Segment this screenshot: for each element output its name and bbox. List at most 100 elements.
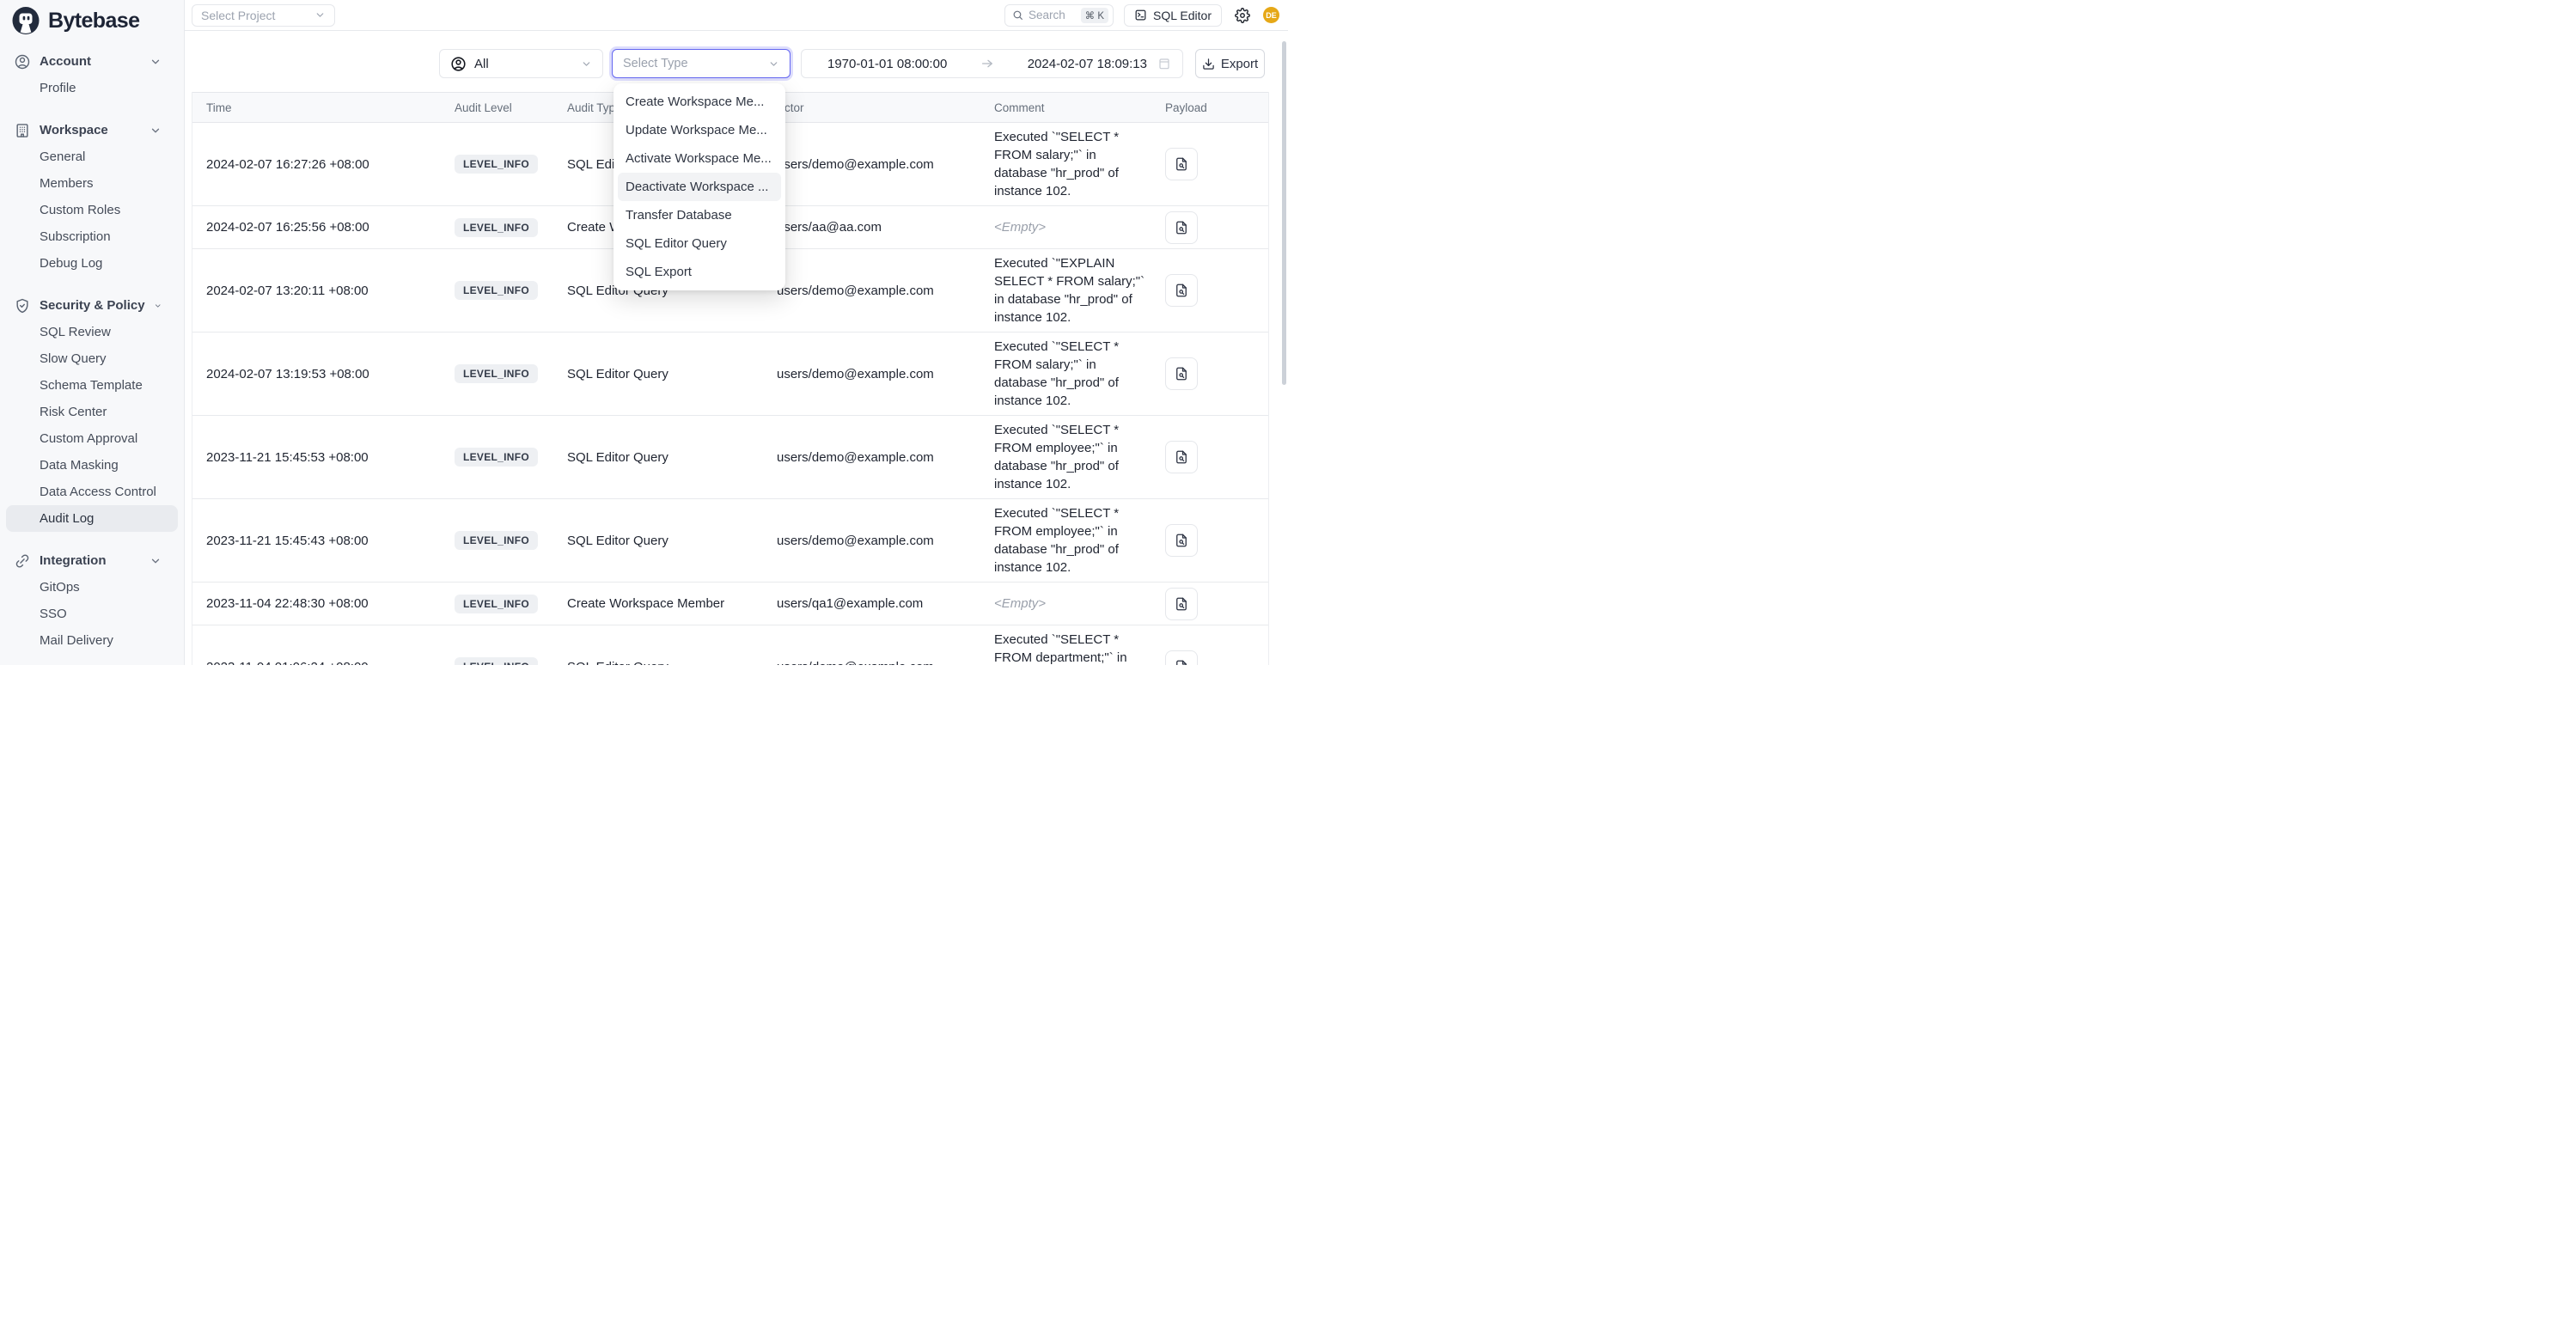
date-range-picker[interactable]: 1970-01-01 08:00:00 2024-02-07 18:09:13 [801, 49, 1183, 78]
payload-button[interactable] [1165, 211, 1198, 244]
sidebar-item-risk-center[interactable]: Risk Center [6, 399, 178, 425]
sidebar-item-subscription[interactable]: Subscription [6, 223, 178, 250]
export-label: Export [1221, 57, 1258, 71]
sql-editor-button[interactable]: SQL Editor [1124, 4, 1222, 27]
payload-button[interactable] [1165, 357, 1198, 390]
sidebar-group-account[interactable]: Account [0, 48, 184, 75]
cell-audit-type: SQL Editor Query [553, 660, 763, 666]
dropdown-item[interactable]: SQL Export [613, 258, 785, 286]
sidebar-group-security-policy[interactable]: Security & Policy [0, 292, 184, 319]
calendar-icon [1157, 57, 1171, 70]
cell-time: 2023-11-21 15:45:43 +08:00 [192, 534, 441, 548]
audit-level-badge: LEVEL_INFO [455, 281, 538, 300]
top-bar: Select Project Search ⌘ K SQL Editor DE [185, 0, 1288, 31]
sidebar-item-schema-template[interactable]: Schema Template [6, 372, 178, 399]
sidebar-item-data-masking[interactable]: Data Masking [6, 452, 178, 479]
sidebar-section-gap [0, 532, 184, 547]
avatar[interactable]: DE [1263, 7, 1279, 23]
cell-actor: users/demo@example.com [763, 450, 980, 465]
search-input[interactable]: Search ⌘ K [1004, 4, 1114, 27]
project-select-placeholder: Select Project [201, 9, 275, 22]
sidebar-section-gap [0, 277, 184, 292]
sidebar-item-debug-log[interactable]: Debug Log [6, 250, 178, 277]
bytebase-logo-icon [10, 5, 41, 36]
dropdown-item[interactable]: Activate Workspace Me... [613, 144, 785, 173]
dropdown-item[interactable]: Create Workspace Me... [613, 88, 785, 116]
date-to-value: 2024-02-07 18:09:13 [1028, 57, 1147, 71]
cell-audit-type: SQL Editor Query [553, 367, 763, 381]
sidebar-item-sql-review[interactable]: SQL Review [6, 319, 178, 345]
gear-icon[interactable] [1235, 8, 1250, 23]
cell-time: 2024-02-07 13:19:53 +08:00 [192, 367, 441, 381]
sidebar-group-integration[interactable]: Integration [0, 547, 184, 574]
dropdown-item[interactable]: Transfer Database [613, 201, 785, 229]
cell-audit-type: SQL Editor Query [553, 450, 763, 465]
sidebar-item-slow-query[interactable]: Slow Query [6, 345, 178, 372]
building-icon [14, 122, 31, 139]
type-dropdown-menu: Create Workspace Me...Update Workspace M… [613, 83, 785, 290]
file-search-icon [1174, 659, 1189, 665]
payload-button[interactable] [1165, 524, 1198, 557]
type-filter-select[interactable]: Select Type [612, 49, 791, 78]
shield-check-icon [14, 297, 31, 314]
payload-button[interactable] [1165, 588, 1198, 620]
cell-time: 2023-11-04 22:48:30 +08:00 [192, 596, 441, 611]
sidebar-item-profile[interactable]: Profile [6, 75, 178, 101]
scrollbar[interactable] [1282, 41, 1286, 385]
cell-actor: users/demo@example.com [763, 367, 980, 381]
file-search-icon [1174, 449, 1189, 465]
audit-level-badge: LEVEL_INFO [455, 448, 538, 467]
cell-time: 2023-11-04 01:06:24 +08:00 [192, 660, 441, 666]
sidebar-item-data-access-control[interactable]: Data Access Control [6, 479, 178, 505]
column-header-comment: Comment [980, 93, 1155, 122]
payload-button[interactable] [1165, 274, 1198, 307]
chevron-down-icon [581, 58, 592, 70]
payload-button[interactable] [1165, 650, 1198, 665]
cell-audit-type: SQL Editor Query [553, 534, 763, 548]
sidebar-nav: Account Profile Workspace GeneralMembers… [0, 41, 184, 665]
cell-audit-type: Create Workspace Member [553, 596, 763, 611]
dropdown-item[interactable]: Update Workspace Me... [613, 116, 785, 144]
dropdown-item[interactable]: Deactivate Workspace ... [618, 173, 781, 201]
sidebar-item-sso[interactable]: SSO [6, 601, 178, 627]
file-search-icon [1174, 533, 1189, 548]
column-header-time: Time [192, 93, 441, 122]
cell-time: 2024-02-07 13:20:11 +08:00 [192, 284, 441, 298]
file-search-icon [1174, 596, 1189, 612]
sidebar-item-gitops[interactable]: GitOps [6, 574, 178, 601]
table-row: 2024-02-07 13:19:53 +08:00 LEVEL_INFO SQ… [192, 332, 1268, 416]
search-icon [1012, 9, 1023, 21]
cell-comment: Executed `"SELECT * FROM salary;"` in da… [980, 128, 1155, 200]
cell-comment: <Empty> [980, 218, 1155, 236]
sidebar-item-mail-delivery[interactable]: Mail Delivery [6, 627, 178, 654]
link-icon [14, 552, 31, 570]
cell-time: 2024-02-07 16:27:26 +08:00 [192, 157, 441, 172]
sidebar-item-general[interactable]: General [6, 143, 178, 170]
cell-comment: Executed `"SELECT * FROM department;"` i… [980, 631, 1155, 665]
sidebar-item-audit-log[interactable]: Audit Log [6, 505, 178, 532]
cell-actor: users/demo@example.com [763, 534, 980, 548]
export-button[interactable]: Export [1195, 49, 1265, 78]
sidebar-group-label: Workspace [40, 123, 141, 137]
sidebar-item-custom-roles[interactable]: Custom Roles [6, 197, 178, 223]
actor-filter-select[interactable]: All [439, 49, 603, 78]
audit-level-badge: LEVEL_INFO [455, 155, 538, 174]
cell-time: 2024-02-07 16:25:56 +08:00 [192, 220, 441, 235]
sidebar: Bytebase Account Profile Workspace Gener… [0, 0, 185, 665]
terminal-icon [1134, 9, 1147, 21]
payload-button[interactable] [1165, 148, 1198, 180]
cell-actor: users/demo@example.com [763, 660, 980, 666]
table-row: 2023-11-21 15:45:43 +08:00 LEVEL_INFO SQ… [192, 499, 1268, 583]
dropdown-item[interactable]: SQL Editor Query [613, 229, 785, 258]
sidebar-item-custom-approval[interactable]: Custom Approval [6, 425, 178, 452]
project-select[interactable]: Select Project [192, 4, 335, 27]
table-row: 2023-11-04 22:48:30 +08:00 LEVEL_INFO Cr… [192, 583, 1268, 625]
download-icon [1202, 58, 1215, 70]
cell-comment: <Empty> [980, 595, 1155, 613]
cell-actor: users/demo@example.com [763, 284, 980, 298]
sidebar-item-members[interactable]: Members [6, 170, 178, 197]
sidebar-group-workspace[interactable]: Workspace [0, 117, 184, 143]
brand-logo[interactable]: Bytebase [0, 0, 184, 41]
chevron-down-icon [768, 58, 779, 70]
payload-button[interactable] [1165, 441, 1198, 473]
